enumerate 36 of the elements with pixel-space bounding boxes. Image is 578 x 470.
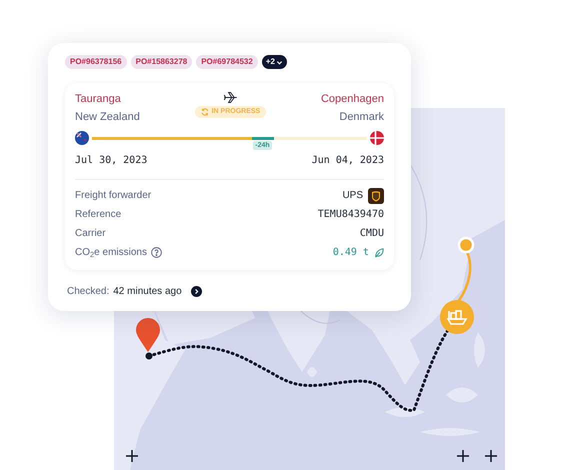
- detail-label: Carrier: [75, 227, 106, 241]
- chevron-down-icon: [276, 58, 283, 66]
- checked-label: Checked:: [67, 285, 110, 299]
- po-tag: PO#69784532: [196, 55, 258, 69]
- detail-value: CMDU: [360, 227, 384, 241]
- location-pin-icon: [136, 318, 160, 352]
- start-dot: [146, 352, 152, 360]
- new-zealand-flag-icon: [75, 131, 89, 145]
- leaf-icon: [374, 248, 384, 258]
- origin-country: New Zealand: [75, 110, 140, 124]
- origin-city: Tauranga: [75, 92, 122, 107]
- checked-time: 42 minutes ago: [113, 285, 182, 299]
- help-icon[interactable]: [150, 247, 162, 258]
- shield-logo-icon: [368, 188, 384, 204]
- detail-label: Freight forwarder: [75, 189, 152, 203]
- detail-label: Reference: [75, 208, 122, 222]
- chevron-right-icon[interactable]: [190, 286, 202, 297]
- detail-value: 0.49 t: [332, 246, 369, 260]
- refresh-icon: [200, 108, 209, 116]
- zoom-in-icon[interactable]: [457, 450, 469, 462]
- detail-value: TEMU8439470: [318, 208, 384, 222]
- departure-date: Jul 30, 2023: [75, 154, 148, 168]
- detail-label: CO$_{2}$e emissions: [75, 246, 147, 260]
- denmark-flag-icon: [370, 131, 384, 145]
- destination-country: Denmark: [339, 110, 384, 124]
- po-tag: PO#96378156: [65, 55, 127, 69]
- origin-dot: [458, 236, 474, 254]
- zoom-in-icon[interactable]: [485, 450, 497, 462]
- airplane-icon: [222, 91, 238, 104]
- po-tag: PO#15863278: [130, 55, 192, 69]
- zoom-in-icon[interactable]: [126, 450, 138, 462]
- delay-segment: [252, 136, 274, 140]
- more-tags-button[interactable]: +2: [262, 55, 287, 69]
- destination-city: Copenhagen: [320, 92, 384, 107]
- arrival-date: Jun 04, 2023: [312, 154, 384, 168]
- detail-value: UPS: [342, 189, 363, 203]
